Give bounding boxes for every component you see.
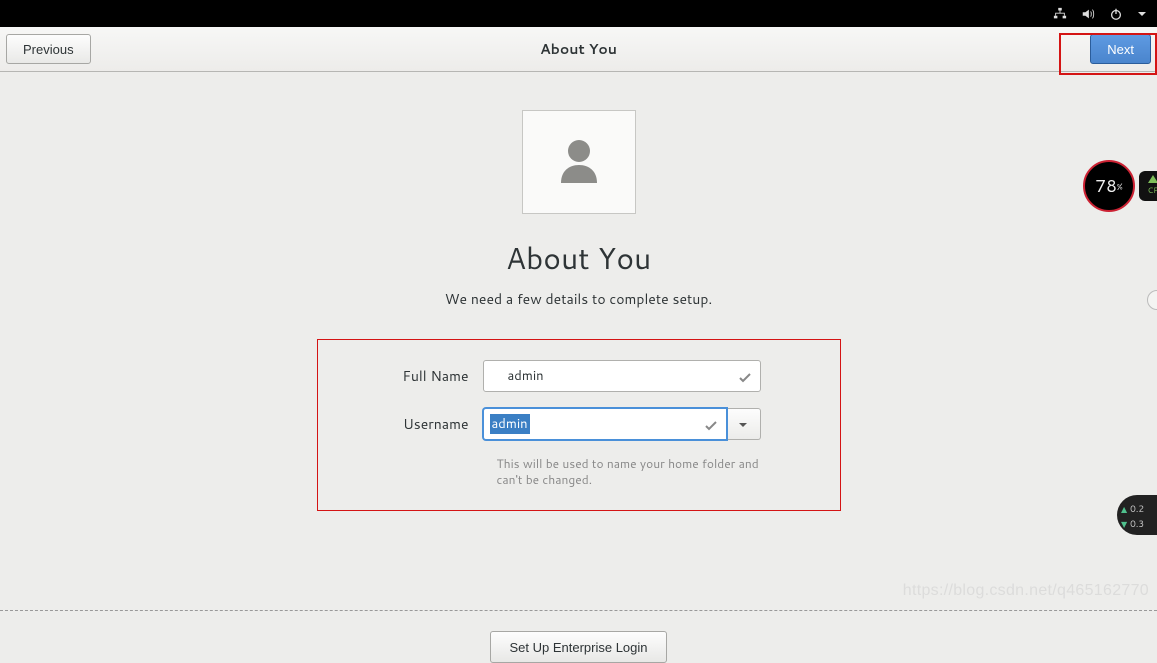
username-input-wrap: admin	[483, 408, 727, 440]
username-row: Username admin	[378, 408, 780, 440]
username-help-text: This will be used to name your home fold…	[497, 456, 777, 488]
previous-button[interactable]: Previous	[6, 34, 91, 64]
cpu-unit: %	[1117, 180, 1123, 193]
annotation-form-highlight: Full Name Username admin	[317, 339, 841, 511]
arrow-down-icon: ▼	[1121, 518, 1127, 530]
menu-dropdown-icon[interactable]	[1137, 9, 1147, 19]
avatar-placeholder[interactable]	[522, 110, 636, 214]
arrow-up-icon: ▲	[1121, 503, 1127, 515]
username-label: Username	[378, 414, 483, 434]
page-subheading: We need a few details to complete setup.	[0, 289, 1157, 309]
cpu-monitor-widget: CP 78%	[1081, 158, 1157, 214]
gnome-top-bar	[0, 0, 1157, 27]
username-suggestions-button[interactable]	[727, 408, 761, 440]
watermark-text: https://blog.csdn.net/q465162770	[903, 582, 1149, 600]
fullname-label: Full Name	[378, 366, 483, 386]
check-icon	[704, 416, 718, 439]
net-up-value: 0.2	[1130, 502, 1144, 515]
page-heading: About You	[0, 236, 1157, 279]
network-monitor-widget: ▲0.2 ▼0.3	[1117, 495, 1157, 535]
fullname-input-wrap	[483, 360, 761, 392]
content-area: About You We need a few details to compl…	[0, 72, 1157, 663]
bottom-dashed-edge	[0, 610, 1157, 614]
net-down-value: 0.3	[1130, 517, 1144, 530]
enterprise-login-button[interactable]: Set Up Enterprise Login	[490, 631, 666, 663]
header-bar: Previous About You Next	[0, 27, 1157, 72]
check-icon	[738, 368, 752, 391]
next-button[interactable]: Next	[1090, 34, 1151, 64]
volume-icon[interactable]	[1081, 7, 1095, 21]
cpu-value: 78	[1095, 174, 1117, 198]
user-avatar-icon	[551, 131, 607, 193]
fullname-input[interactable]	[500, 361, 744, 391]
cpu-ring: 78%	[1083, 160, 1135, 212]
cpu-label-flag: CP	[1139, 171, 1157, 201]
fullname-row: Full Name	[378, 360, 780, 392]
network-wired-icon[interactable]	[1053, 7, 1067, 21]
header-title: About You	[0, 39, 1157, 59]
power-icon[interactable]	[1109, 7, 1123, 21]
chevron-down-icon	[738, 413, 748, 436]
